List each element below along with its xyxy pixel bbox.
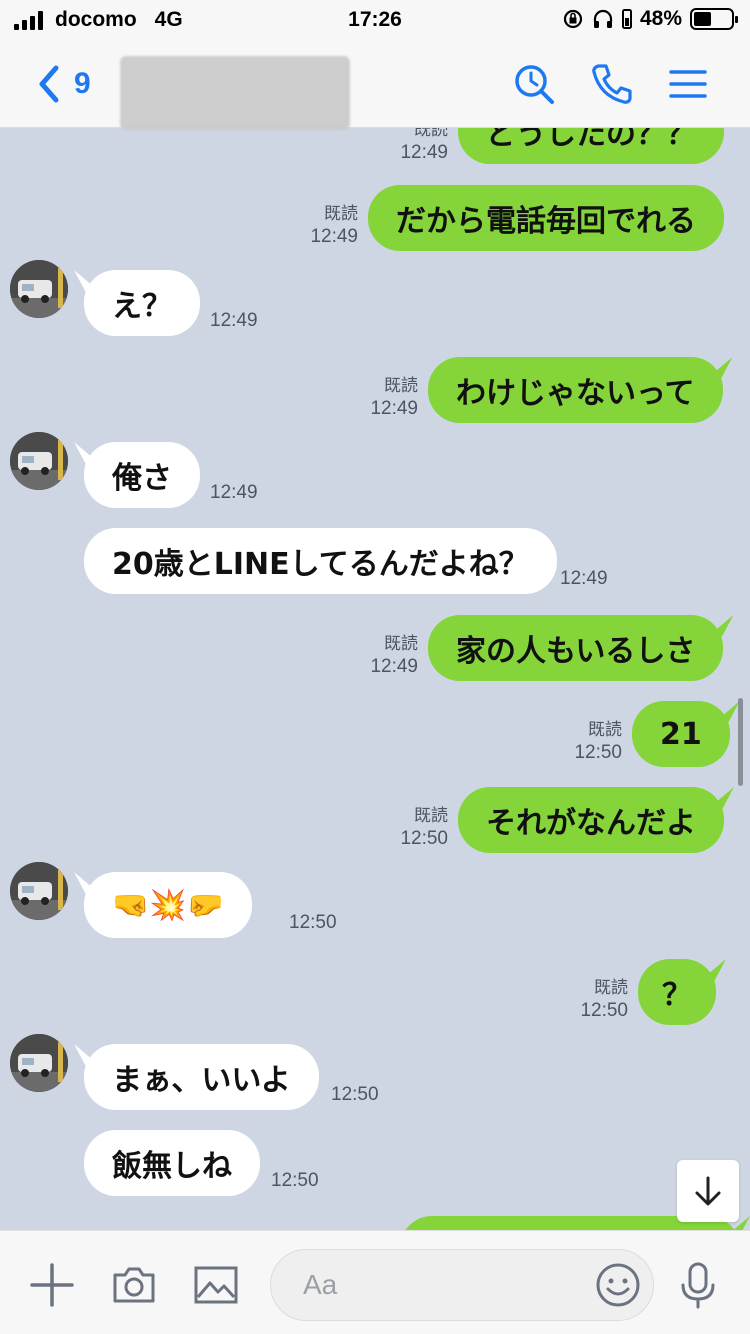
battery-saver-icon — [621, 9, 632, 29]
avatar-photo — [10, 260, 68, 318]
message-time: 12:50 — [580, 1000, 628, 1021]
message-meta: 既読 12:49 — [310, 202, 358, 248]
message-time: 12:49 — [560, 568, 608, 589]
message-time: 12:49 — [370, 398, 418, 419]
their-message-bubble[interactable]: 俺さ — [84, 442, 200, 508]
read-receipt: 既読 — [324, 204, 358, 223]
search-history-icon[interactable] — [512, 62, 556, 106]
plus-icon[interactable] — [28, 1261, 76, 1309]
read-receipt: 既読 — [594, 978, 628, 997]
message-time: 12:49 — [370, 656, 418, 677]
chat-header: 9 — [0, 42, 750, 130]
microphone-icon[interactable] — [676, 1261, 720, 1309]
camera-icon[interactable] — [110, 1261, 158, 1309]
rotation-lock-icon — [563, 9, 583, 29]
their-message-bubble[interactable]: まぁ、いいよ — [84, 1044, 319, 1110]
read-receipt: 既読 — [384, 634, 418, 653]
arrow-down-icon — [695, 1176, 721, 1206]
message-meta: 既読 12:49 — [400, 128, 448, 164]
message-time: 12:50 — [400, 828, 448, 849]
image-icon[interactable] — [192, 1261, 240, 1309]
my-message-bubble[interactable]: わけじゃないって — [428, 357, 723, 423]
message-time: 12:49 — [400, 142, 448, 163]
message-time: 12:50 — [331, 1084, 379, 1105]
my-message-bubble[interactable]: それがなんだよ — [458, 787, 724, 853]
battery-percent: 48% — [639, 7, 682, 30]
my-message-bubble[interactable]: 家の人もいるしさ — [428, 615, 724, 681]
avatar-photo — [10, 432, 68, 490]
message-time: 12:50 — [289, 912, 337, 933]
my-message-bubble[interactable]: 21 — [632, 701, 730, 767]
scrollbar[interactable] — [738, 698, 743, 786]
contact-name: 9 — [74, 67, 91, 100]
message-meta: 既読 12:50 — [400, 804, 448, 850]
emoji-icon[interactable] — [595, 1262, 641, 1308]
message-time: 12:49 — [310, 226, 358, 247]
contact-avatar[interactable] — [10, 862, 68, 920]
chevron-left-icon — [39, 65, 59, 103]
my-message-bubble[interactable]: ？ — [638, 959, 716, 1025]
message-input[interactable]: Aa — [270, 1249, 654, 1321]
message-time: 12:49 — [210, 482, 258, 503]
their-message-bubble[interactable]: 飯無しね — [84, 1130, 260, 1196]
message-meta: 既読 12:49 — [370, 632, 418, 678]
message-meta: 既読 12:50 — [580, 976, 628, 1022]
message-meta: 既読 12:49 — [370, 374, 418, 420]
contact-avatar[interactable] — [10, 432, 68, 490]
back-button[interactable]: 9 — [34, 64, 91, 104]
message-time: 12:49 — [210, 310, 258, 331]
status-bar: docomo 4G 17:26 48% — [0, 0, 750, 42]
message-time: 12:50 — [574, 742, 622, 763]
read-receipt: 既読 — [414, 128, 448, 139]
scroll-to-bottom-button[interactable] — [677, 1160, 739, 1222]
headphones-icon — [593, 9, 613, 28]
input-bar: Aa — [0, 1230, 750, 1334]
message-list[interactable]: どうしたの？？ 既読 12:49 だから電話毎回でれる 既読 12:49 え？ … — [0, 128, 750, 1230]
battery-icon — [690, 8, 738, 30]
contact-avatar[interactable] — [10, 1034, 68, 1092]
menu-icon[interactable] — [666, 62, 710, 106]
my-message-bubble[interactable]: だから電話毎回でれる — [368, 185, 724, 251]
redacted-name-overlay — [120, 56, 350, 130]
their-message-bubble[interactable]: 🤜💥🤛 — [84, 872, 253, 938]
their-message-bubble[interactable]: え？ — [84, 270, 200, 336]
message-time: 12:50 — [271, 1170, 319, 1191]
their-message-bubble[interactable]: 20歳とLINEしてるんだよね？ — [84, 528, 557, 594]
message-input-placeholder: Aa — [303, 1269, 338, 1300]
my-message-bubble[interactable]: どうしたの？？ — [458, 128, 724, 164]
read-receipt: 既読 — [414, 806, 448, 825]
avatar-photo — [10, 1034, 68, 1092]
read-receipt: 既読 — [588, 720, 622, 739]
status-right: 48% — [562, 7, 738, 31]
avatar-photo — [10, 862, 68, 920]
phone-icon[interactable] — [590, 62, 634, 106]
contact-avatar[interactable] — [10, 260, 68, 318]
message-meta: 既読 12:50 — [574, 718, 622, 764]
read-receipt: 既読 — [384, 376, 418, 395]
